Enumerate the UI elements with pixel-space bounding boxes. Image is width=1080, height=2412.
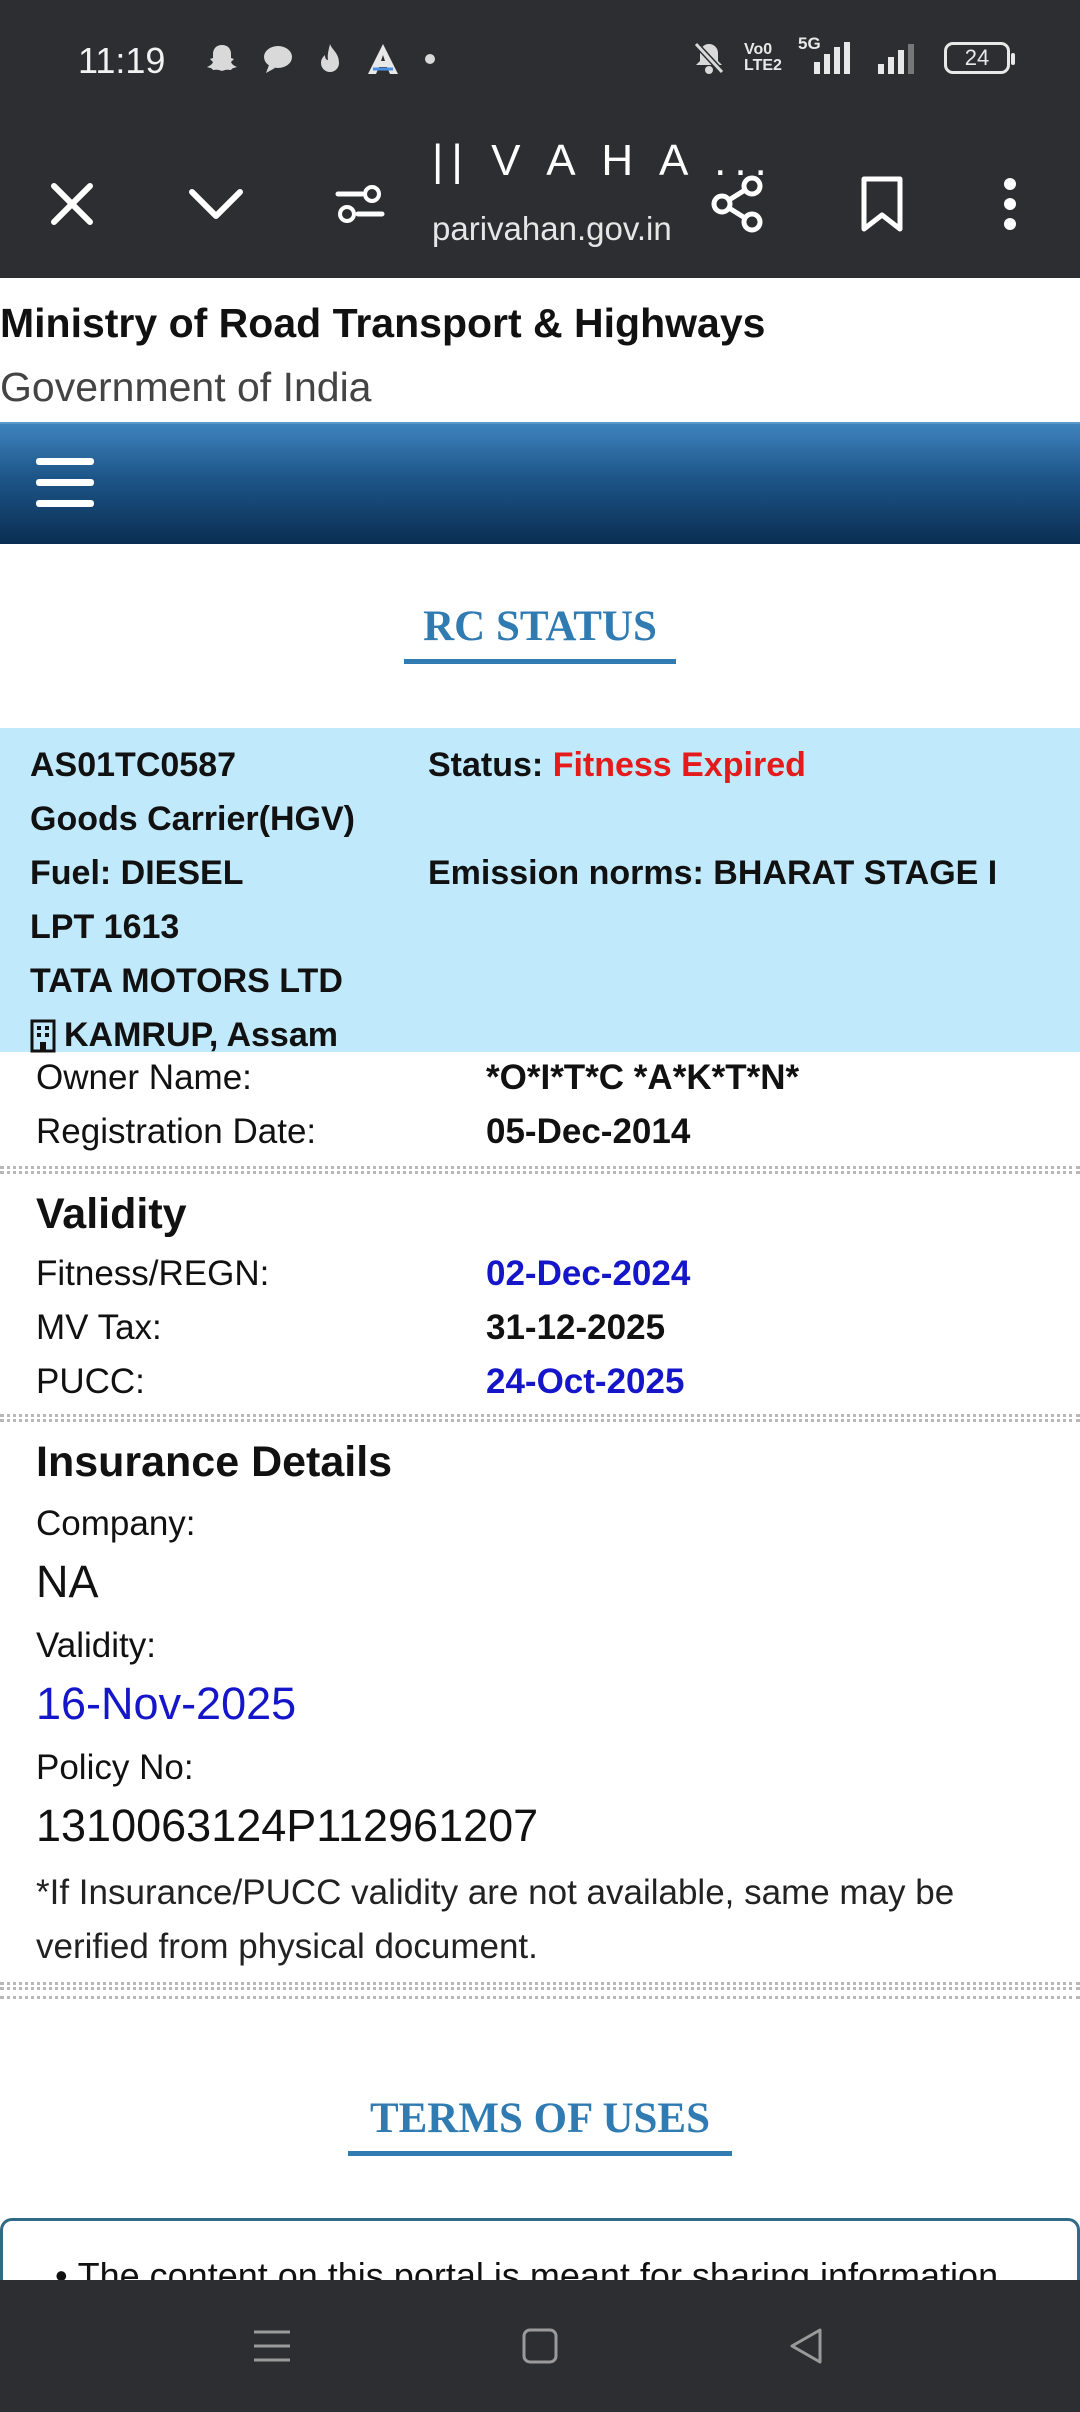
rto-name: KAMRUP, Assam	[64, 1016, 338, 1054]
terms-first-item-text: The content on this portal is meant for …	[77, 2255, 999, 2280]
chevron-down-icon	[189, 189, 243, 219]
signal-icon	[814, 42, 850, 74]
terms-box: • The content on this portal is meant fo…	[0, 2218, 1080, 2280]
browser-toolbar: || V A H A ... parivahan.gov.in	[0, 124, 1080, 278]
mute-bell-icon	[693, 41, 725, 75]
insurance-company-label: Company:	[36, 1504, 196, 1543]
minimize-button[interactable]	[176, 164, 256, 244]
divider	[0, 1982, 1080, 1990]
rc-status-heading: RC STATUS	[404, 602, 676, 664]
fitness-label: Fitness/REGN:	[36, 1254, 270, 1293]
snapchat-icon	[207, 45, 237, 71]
close-tab-button[interactable]	[32, 164, 112, 244]
rc-status-heading-text: RC STATUS	[423, 603, 657, 650]
recents-button[interactable]	[242, 2316, 302, 2376]
page-settings-icon	[335, 185, 385, 223]
vehicle-class: Goods Carrier(HGV)	[30, 800, 355, 838]
ministry-title: Ministry of Road Transport & Highways	[0, 300, 766, 346]
rc-summary-box: AS01TC0587 Status: Fitness Expired Goods…	[0, 728, 1080, 1055]
signal-icon	[878, 44, 914, 74]
mv-tax-label: MV Tax:	[36, 1308, 162, 1347]
rto-location: KAMRUP, Assam	[30, 1016, 338, 1055]
policy-number-label: Policy No:	[36, 1748, 194, 1787]
menu-icon-bar	[36, 500, 94, 507]
terms-underline	[348, 2151, 732, 2156]
more-vertical-icon	[1004, 178, 1016, 230]
battery-icon: 24	[944, 42, 1015, 74]
terms-heading: TERMS OF USES	[348, 2094, 732, 2156]
registration-date-label: Registration Date:	[36, 1112, 317, 1151]
flame-icon	[321, 44, 339, 72]
insurance-company-value: NA	[36, 1556, 99, 1607]
building-icon	[30, 1019, 56, 1052]
terms-heading-text: TERMS OF USES	[369, 2095, 711, 2142]
emission-norms: Emission norms: BHARAT STAGE I	[428, 854, 998, 892]
divider	[0, 1166, 1080, 1174]
system-navigation-bar	[0, 2280, 1080, 2412]
back-button[interactable]	[776, 2316, 836, 2376]
back-triangle-icon	[790, 2328, 822, 2364]
share-button[interactable]	[698, 164, 778, 244]
owner-name-label: Owner Name:	[36, 1058, 252, 1097]
bullet-dot: •	[55, 2255, 78, 2280]
hamburger-menu-button[interactable]	[36, 458, 94, 510]
status-value: Fitness Expired	[552, 746, 806, 784]
a-icon	[368, 44, 398, 74]
government-subtitle: Government of India	[0, 364, 372, 410]
registration-number: AS01TC0587	[30, 746, 237, 784]
owner-name-value: *O*I*T*C *A*K*T*N*	[486, 1058, 800, 1097]
fuel-type: Fuel: DIESEL	[30, 854, 244, 892]
status-bar: 11:19 Vo0 LTE2 5G 24	[0, 0, 1080, 124]
bookmark-icon	[861, 176, 903, 232]
mv-tax-value: 31-12-2025	[486, 1308, 666, 1347]
page-settings-button[interactable]	[320, 164, 400, 244]
dot-icon	[425, 54, 435, 64]
share-icon	[711, 175, 763, 233]
status-notification-icons	[205, 42, 437, 76]
bookmark-button[interactable]	[842, 164, 922, 244]
policy-number-value: 1310063124P112961207	[36, 1800, 539, 1851]
fitness-status: Status: Fitness Expired	[428, 746, 806, 785]
vehicle-model: LPT 1613	[30, 908, 180, 946]
insurance-validity-label: Validity:	[36, 1626, 156, 1665]
menu-icon-bar	[36, 458, 94, 465]
battery-level: 24	[964, 45, 990, 70]
home-button[interactable]	[510, 2316, 570, 2376]
status-time: 11:19	[78, 40, 166, 81]
volte-label: Vo0 LTE2	[744, 41, 782, 74]
more-options-button[interactable]	[970, 164, 1050, 244]
divider	[0, 1996, 1080, 2000]
page-domain[interactable]: parivahan.gov.in	[432, 210, 672, 248]
pucc-label: PUCC:	[36, 1362, 145, 1401]
nav-band	[0, 422, 1080, 544]
validity-heading: Validity	[36, 1190, 187, 1238]
rc-status-underline	[404, 659, 676, 664]
insurance-validity-value: 16-Nov-2025	[36, 1678, 297, 1729]
status-system-icons: Vo0 LTE2 5G 24	[692, 35, 1015, 76]
terms-first-item: • The content on this portal is meant fo…	[55, 2255, 998, 2280]
divider	[0, 1414, 1080, 1422]
fitness-value: 02-Dec-2024	[486, 1254, 691, 1293]
chat-icon	[264, 46, 292, 73]
signal-5g: 5G	[798, 35, 858, 76]
verification-note: *If Insurance/PUCC validity are not avai…	[36, 1873, 955, 1966]
menu-icon-bar	[36, 479, 94, 486]
registration-date-value: 05-Dec-2014	[486, 1112, 691, 1151]
pucc-value: 24-Oct-2025	[486, 1362, 685, 1401]
close-icon	[51, 183, 93, 225]
insurance-heading: Insurance Details	[36, 1438, 393, 1486]
vehicle-maker: TATA MOTORS LTD	[30, 962, 343, 1000]
home-square-icon	[522, 2328, 558, 2364]
menu-icon	[254, 2330, 290, 2362]
status-label: Status:	[428, 746, 544, 784]
